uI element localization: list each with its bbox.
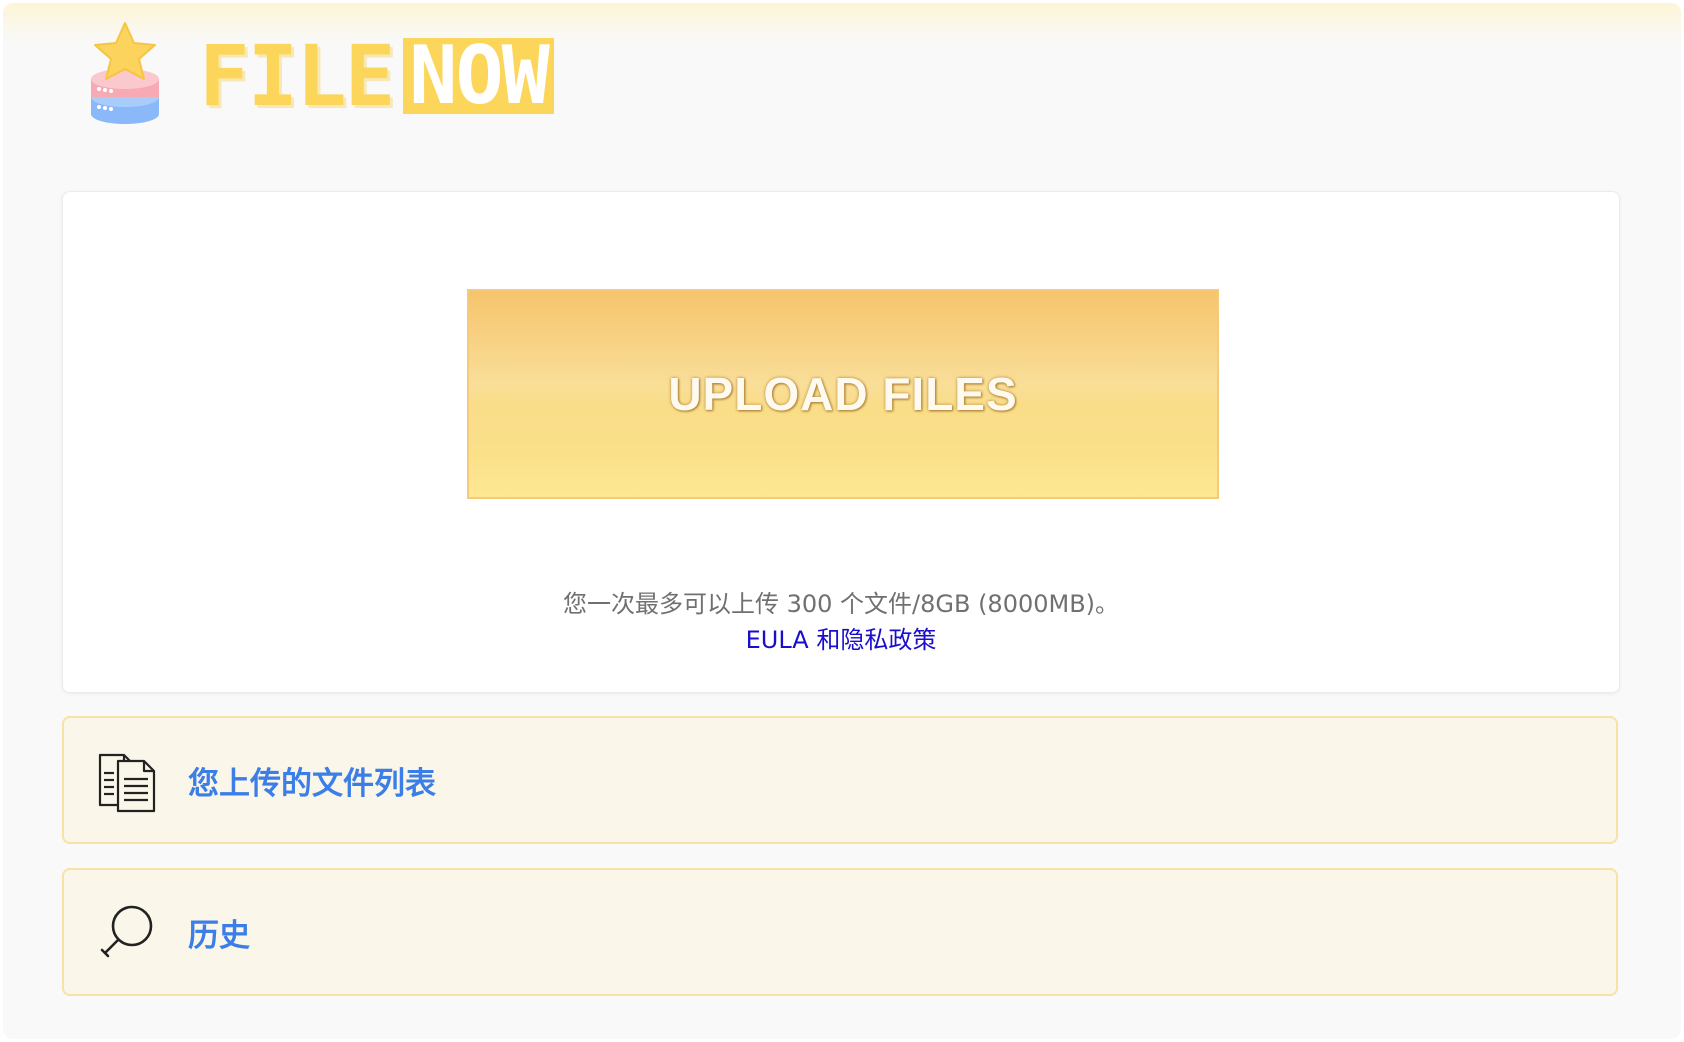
eula-privacy-link[interactable]: EULA 和隐私政策 (746, 626, 937, 654)
history-row[interactable]: 历史 (62, 868, 1618, 996)
upload-files-button[interactable]: UPLOAD FILES (467, 289, 1219, 499)
history-label: 历史 (188, 917, 250, 954)
upload-limit-text: 您一次最多可以上传 300 个文件/8GB (8000MB)。 (562, 590, 1120, 618)
search-icon (92, 897, 162, 967)
documents-icon (92, 745, 162, 815)
upload-button-label: UPLOAD FILES (668, 368, 1018, 420)
logo-word-now: NOW (403, 36, 554, 116)
logo-text: FILE NOW (199, 21, 554, 131)
page: FILE NOW UPLOAD FILES 您一次最多可以上传 300 个文件/… (3, 3, 1681, 1039)
server-star-icon (85, 21, 165, 131)
uploaded-files-list-label: 您上传的文件列表 (188, 765, 436, 802)
eula-privacy-link-container: EULA 和隐私政策 (63, 620, 1619, 655)
logo-word-file: FILE (199, 27, 395, 125)
upload-card: UPLOAD FILES 您一次最多可以上传 300 个文件/8GB (8000… (62, 191, 1620, 693)
uploaded-files-list-row[interactable]: 您上传的文件列表 (62, 716, 1618, 844)
site-logo[interactable]: FILE NOW (85, 21, 554, 131)
